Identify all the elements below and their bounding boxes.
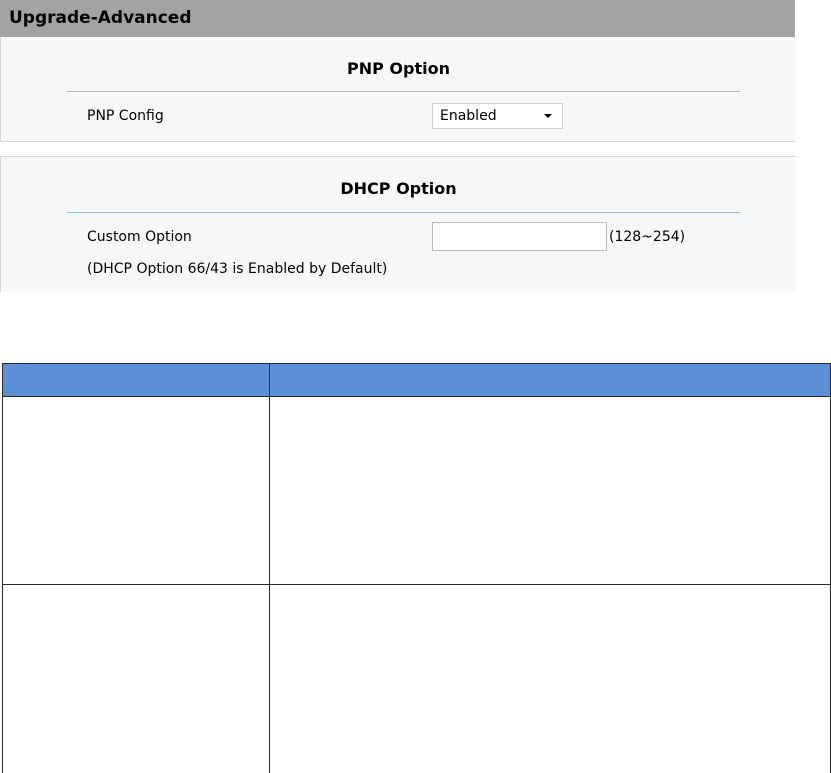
title-bar: Upgrade-Advanced (0, 0, 795, 37)
table-cell (2, 584, 270, 773)
custom-option-label: Custom Option (87, 229, 192, 245)
table-cell (269, 584, 831, 773)
dhcp-section-divider (67, 212, 740, 213)
dhcp-default-note: (DHCP Option 66/43 is Enabled by Default… (87, 261, 388, 277)
table-header-cell (269, 363, 831, 397)
custom-option-range-hint: (128~254) (609, 229, 686, 245)
table-row (2, 396, 831, 585)
page-title: Upgrade-Advanced (9, 8, 192, 28)
pnp-config-value: Enabled (440, 108, 497, 124)
pnp-option-panel: PNP Option PNP Config Enabled (0, 37, 795, 142)
table-row (2, 584, 831, 773)
settings-screenshot: Upgrade-Advanced PNP Option PNP Config E… (0, 0, 795, 292)
table-header-row (2, 363, 831, 397)
table-cell (269, 396, 831, 585)
pnp-config-label: PNP Config (87, 108, 164, 124)
dhcp-option-panel: DHCP Option Custom Option (128~254) (DHC… (0, 156, 795, 292)
table-cell (2, 396, 270, 585)
pnp-config-select[interactable]: Enabled (432, 103, 563, 129)
parameter-table (2, 363, 831, 773)
custom-option-input[interactable] (432, 222, 607, 251)
dhcp-option-title: DHCP Option (340, 179, 457, 198)
pnp-section-divider (67, 91, 740, 92)
table-header-cell (2, 363, 270, 397)
pnp-option-title: PNP Option (347, 59, 450, 78)
chevron-down-icon (544, 114, 552, 118)
